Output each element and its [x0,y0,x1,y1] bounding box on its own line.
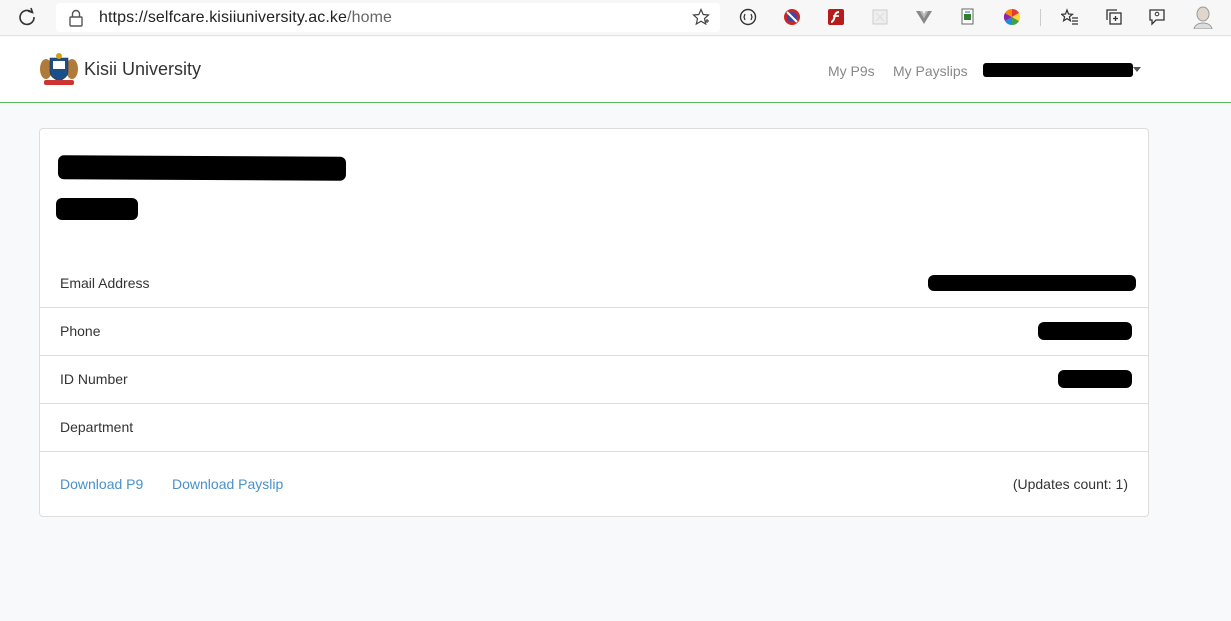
employee-number-redacted [56,198,138,220]
email-value-redacted [928,275,1136,291]
id-number-label: ID Number [60,371,128,387]
toolbar-divider [1040,9,1041,26]
lock-icon[interactable] [68,9,84,27]
user-menu-redacted[interactable] [983,63,1133,77]
extension-icon[interactable] [783,8,801,26]
feedback-icon[interactable] [1148,8,1166,26]
profile-icon[interactable] [1192,5,1214,29]
department-row: Department [40,404,1148,452]
id-number-row: ID Number [40,356,1148,404]
phone-label: Phone [60,323,101,339]
flash-icon[interactable] [827,8,845,26]
brand-name[interactable]: Kisii University [84,59,201,80]
university-crest-logo[interactable] [38,52,80,86]
phone-row: Phone [40,308,1148,356]
card-footer: Download P9 Download Payslip (Updates co… [40,453,1148,516]
updates-count: (Updates count: 1) [1012,476,1128,492]
nav-link-my-payslips[interactable]: My Payslips [893,63,968,79]
nav-link-my-p9s[interactable]: My P9s [828,63,875,79]
site-navbar: Kisii University My P9s My Payslips [0,37,1231,103]
collections-icon[interactable] [1105,8,1123,26]
department-label: Department [60,419,134,435]
reader-icon[interactable] [739,8,757,26]
phone-value-redacted [1038,322,1132,340]
email-label: Email Address [60,275,150,291]
chevron-down-icon[interactable] [1133,67,1141,72]
color-picker-icon[interactable] [1003,8,1021,26]
url-path: /home [347,9,393,26]
id-number-value-redacted [1058,370,1132,388]
email-row: Email Address [40,260,1148,308]
favorite-star-icon[interactable] [692,8,710,26]
reload-icon[interactable] [17,7,37,27]
profile-card: Email Address Phone ID Number Department… [39,128,1149,517]
employee-name-redacted [57,155,347,181]
download-payslip-link[interactable]: Download Payslip [172,476,283,492]
favorites-icon[interactable] [1061,8,1079,26]
extension-icon[interactable] [959,8,977,26]
browser-toolbar: https://selfcare.kisiiuniversity.ac.ke/h… [0,0,1231,36]
download-p9-link[interactable]: Download P9 [60,476,143,492]
extension-icon[interactable] [871,8,889,26]
address-bar[interactable]: https://selfcare.kisiiuniversity.ac.ke/h… [56,3,720,32]
url-host: https://selfcare.kisiiuniversity.ac.ke [99,9,348,26]
url-text[interactable]: https://selfcare.kisiiuniversity.ac.ke/h… [99,9,392,27]
vue-icon[interactable] [915,8,933,26]
